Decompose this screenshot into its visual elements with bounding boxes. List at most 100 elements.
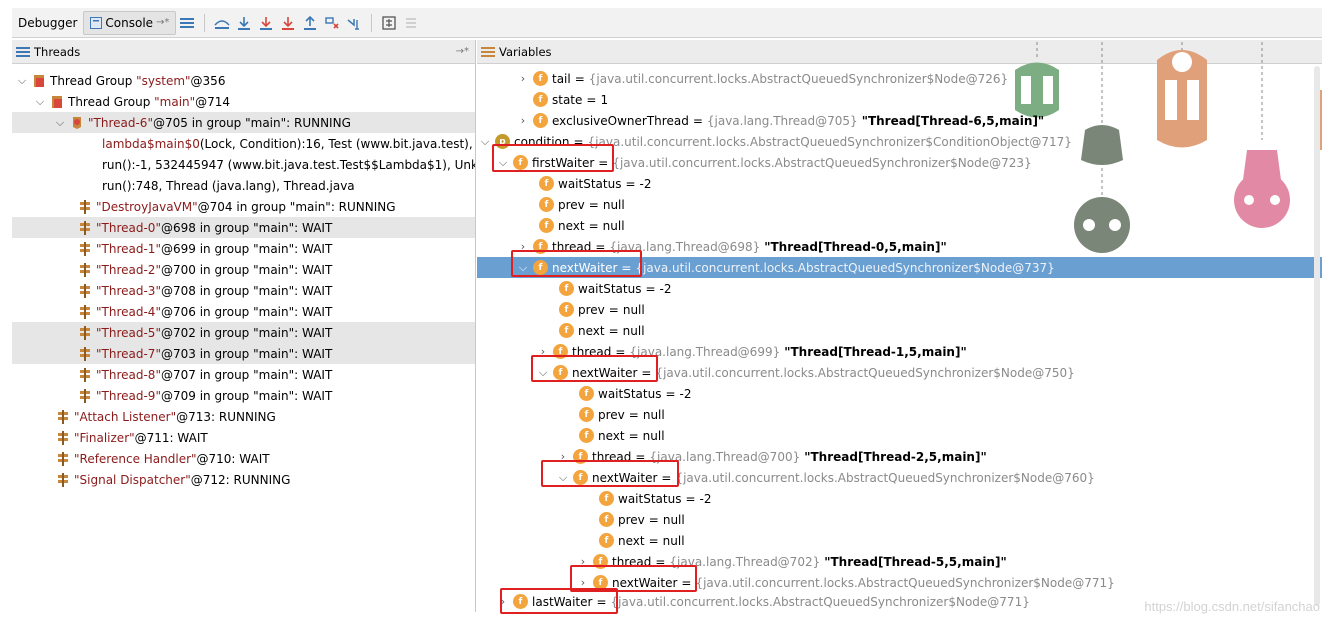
thread-name: "Signal Dispatcher" — [74, 472, 191, 487]
chevron-down-icon[interactable]: ⌵ — [497, 156, 509, 170]
variable-row[interactable]: f state = 1 — [533, 89, 608, 110]
variable-row[interactable]: f next = null — [579, 425, 665, 446]
console-pin-icon: →* — [156, 17, 170, 28]
thread-detail: @705 in group "main": RUNNING — [152, 115, 351, 130]
thread-group-system[interactable]: ⌵ Thread Group "system"@356 — [16, 70, 226, 91]
variable-row[interactable]: › f thread = {java.lang.Thread@699} "Thre… — [537, 341, 967, 362]
variable-row[interactable]: f next = null — [539, 215, 625, 236]
equals-sign: = — [655, 554, 666, 569]
variable-string: "Thread[Thread-5,5,main]" — [824, 554, 1007, 569]
variable-value: -2 — [699, 491, 712, 506]
thread-item[interactable]: "DestroyJavaVM"@704 in group "main": RUN… — [78, 196, 396, 217]
variable-value: -2 — [659, 281, 672, 296]
show-execution-point-icon[interactable] — [211, 12, 233, 34]
thread-lead: Thread Group — [50, 73, 137, 88]
chevron-down-icon[interactable]: ⌵ — [557, 471, 569, 485]
variable-row[interactable]: f prev = null — [579, 404, 665, 425]
chevron-right-icon[interactable]: › — [517, 240, 529, 253]
thread-item[interactable]: "Reference Handler"@710: WAIT — [56, 448, 270, 469]
chevron-down-icon[interactable]: ⌵ — [479, 135, 491, 149]
chevron-right-icon[interactable]: › — [497, 595, 509, 608]
chevron-right-icon[interactable]: › — [557, 450, 569, 463]
variable-name: tail — [552, 71, 571, 86]
thread-item[interactable]: "Thread-3"@708 in group "main": WAIT — [78, 280, 332, 301]
variable-row[interactable]: › f lastWaiter = {java.util.concurrent.lo… — [497, 591, 1030, 612]
variable-row[interactable]: f prev = null — [599, 509, 685, 530]
variable-value: {java.util.concurrent.locks.AbstractQueu… — [612, 155, 1032, 170]
field-icon: f — [533, 239, 548, 254]
variable-row-selected[interactable]: ⌵ f nextWaiter = {java.util.concurrent.lo… — [477, 257, 1322, 278]
thread-item[interactable]: "Thread-0"@698 in group "main": WAIT — [12, 217, 475, 238]
chevron-down-icon[interactable]: ⌵ — [517, 261, 529, 275]
field-icon: f — [573, 449, 588, 464]
debugger-tab[interactable]: Debugger — [12, 11, 83, 35]
variable-row[interactable]: ⌵ f nextWaiter = {java.util.concurrent.lo… — [537, 362, 1075, 383]
equals-sign: = — [588, 218, 599, 233]
thread-item[interactable]: "Thread-9"@709 in group "main": WAIT — [78, 385, 332, 406]
variable-row[interactable]: f waitStatus = -2 — [599, 488, 711, 509]
variable-row[interactable]: › f nextWaiter = {java.util.concurrent.lo… — [577, 572, 1115, 593]
chevron-right-icon[interactable]: › — [577, 555, 589, 568]
evaluate-expression-icon[interactable] — [378, 12, 400, 34]
stack-frame[interactable]: run():-1, 532445947 (www.bit.java.test.T… — [102, 154, 475, 175]
variable-name: waitStatus — [558, 176, 622, 191]
step-over-icon[interactable] — [233, 12, 255, 34]
chevron-down-icon[interactable]: ⌵ — [16, 74, 28, 88]
thread-name: "Thread-9" — [96, 388, 161, 403]
thread-item[interactable]: "Thread-2"@700 in group "main": WAIT — [78, 259, 332, 280]
chevron-down-icon[interactable]: ⌵ — [537, 366, 549, 380]
chevron-right-icon[interactable]: › — [537, 345, 549, 358]
variable-row[interactable]: f waitStatus = -2 — [539, 173, 651, 194]
thread-item[interactable]: "Thread-8"@707 in group "main": WAIT — [78, 364, 332, 385]
stack-frame[interactable]: run():748, Thread (java.lang), Thread.ja… — [102, 175, 355, 196]
variable-row[interactable]: ⌵ f firstWaiter = {java.util.concurrent.l… — [497, 152, 1032, 173]
chevron-down-icon[interactable]: ⌵ — [34, 95, 46, 109]
variable-row[interactable]: f waitStatus = -2 — [559, 278, 671, 299]
variable-row[interactable]: › f tail = {java.util.concurrent.locks.Ab… — [517, 68, 1008, 89]
stack-frame[interactable]: lambda$main$0(Lock, Condition):16, Test … — [102, 133, 475, 154]
variable-row[interactable]: › f exclusiveOwnerThread = {java.lang.Thr… — [517, 110, 1044, 131]
vertical-scrollbar[interactable] — [1314, 66, 1320, 606]
console-tab[interactable]: Console →* — [83, 10, 177, 35]
chevron-right-icon[interactable]: › — [517, 72, 529, 85]
variable-row[interactable]: f waitStatus = -2 — [579, 383, 691, 404]
variable-name: thread — [592, 449, 632, 464]
variable-row[interactable]: ⌵ f nextWaiter = {java.util.concurrent.lo… — [557, 467, 1095, 488]
thread-item[interactable]: "Finalizer"@711: WAIT — [56, 427, 208, 448]
thread-label: "Signal Dispatcher"@712: RUNNING — [74, 473, 290, 487]
chevron-down-icon[interactable]: ⌵ — [54, 116, 66, 130]
pin-icon[interactable]: →* — [456, 46, 469, 57]
thread-item[interactable]: "Thread-1"@699 in group "main": WAIT — [78, 238, 332, 259]
toolbar-divider — [204, 13, 206, 32]
layout-menu-icon[interactable] — [176, 12, 198, 34]
variable-value: {java.util.concurrent.locks.AbstractQueu… — [635, 260, 1055, 275]
drop-frame-icon[interactable] — [321, 12, 343, 34]
variable-row[interactable]: f next = null — [559, 320, 645, 341]
variable-row[interactable]: › f thread = {java.lang.Thread@698} "Thre… — [517, 236, 947, 257]
run-to-cursor-icon[interactable] — [343, 12, 365, 34]
thread-item[interactable]: "Thread-4"@706 in group "main": WAIT — [78, 301, 332, 322]
variable-row[interactable]: ⌵ p condition = {java.util.concurrent.loc… — [479, 131, 1072, 152]
thread-item[interactable]: "Signal Dispatcher"@712: RUNNING — [56, 469, 290, 490]
thread-item[interactable]: ⌵ "Thread-6"@705 in group "main": RUNNIN… — [12, 112, 475, 133]
step-into-icon[interactable] — [255, 12, 277, 34]
variable-value: {java.util.concurrent.locks.AbstractQueu… — [695, 575, 1115, 590]
equals-sign: = — [574, 71, 585, 86]
thread-label: "Finalizer"@711: WAIT — [74, 431, 208, 445]
force-step-into-icon[interactable] — [277, 12, 299, 34]
variable-row[interactable]: f prev = null — [559, 299, 645, 320]
variable-row[interactable]: › f thread = {java.lang.Thread@700} "Thre… — [557, 446, 987, 467]
variable-row[interactable]: › f thread = {java.lang.Thread@702} "Thre… — [577, 551, 1007, 572]
chevron-right-icon[interactable]: › — [517, 114, 529, 127]
equals-sign: = — [641, 365, 652, 380]
thread-item[interactable]: "Thread-7"@703 in group "main": WAIT — [12, 343, 475, 364]
variable-row[interactable]: f next = null — [599, 530, 685, 551]
thread-item[interactable]: "Attach Listener"@713: RUNNING — [56, 406, 276, 427]
variable-row[interactable]: f prev = null — [539, 194, 625, 215]
thread-item[interactable]: "Thread-5"@702 in group "main": WAIT — [12, 322, 475, 343]
thread-group-main[interactable]: ⌵ Thread Group "main"@714 — [34, 91, 230, 112]
chevron-right-icon[interactable]: › — [577, 576, 589, 589]
trace-stream-icon[interactable] — [400, 12, 422, 34]
step-out-icon[interactable] — [299, 12, 321, 34]
field-icon: f — [559, 323, 574, 338]
